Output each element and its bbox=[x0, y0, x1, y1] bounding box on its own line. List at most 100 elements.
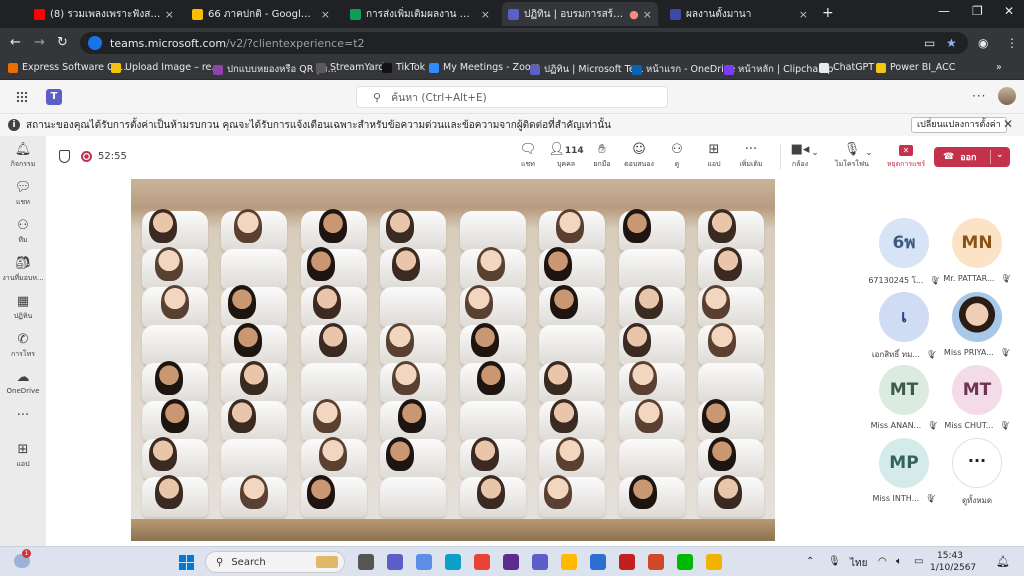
tab-title: ปฏิทิน | อบรมการสร้าง Google Site bbox=[524, 8, 625, 20]
mic-icon[interactable]: 🎙︎ bbox=[828, 556, 841, 567]
attendee-face bbox=[477, 247, 505, 281]
system-clock[interactable]: 15:43 1/10/2567 bbox=[930, 550, 976, 574]
taskbar-app-icon[interactable] bbox=[416, 554, 432, 570]
taskbar-app-icon[interactable] bbox=[387, 554, 403, 570]
browser-tab[interactable]: 66 ภาคปกติ - Google ไดรฟ์ × bbox=[186, 2, 336, 26]
reload-icon[interactable]: ↻ bbox=[57, 35, 68, 50]
address-bar[interactable]: teams.microsoft.com/v2/?clientexperience… bbox=[80, 32, 968, 54]
minimize-icon[interactable]: — bbox=[938, 4, 950, 18]
cast-icon[interactable]: ▭ bbox=[924, 36, 935, 50]
participant-tile[interactable]: Miss PRIYA... 🎙︎̸ bbox=[929, 292, 1024, 357]
participant-tile[interactable]: MN Mr. PATTAR... 🎙︎̸ bbox=[929, 218, 1024, 283]
language-indicator[interactable]: ไทย bbox=[850, 556, 867, 571]
forward-icon[interactable]: → bbox=[34, 35, 45, 50]
bookmark-item[interactable]: Express Software Gr... bbox=[8, 62, 126, 73]
chevron-down-icon[interactable]: ⌄ bbox=[862, 148, 876, 158]
taskbar-app-icon[interactable] bbox=[474, 554, 490, 570]
bookmark-item[interactable]: My Meetings - Zoom bbox=[429, 62, 540, 73]
taskbar-app-icon[interactable] bbox=[503, 554, 519, 570]
rail-item-teams[interactable]: ⚇ ทีม bbox=[0, 218, 46, 246]
site-info-icon[interactable] bbox=[88, 36, 102, 50]
bookmark-item[interactable]: หน้าแรก - OneDrive bbox=[632, 62, 735, 77]
bookmark-item[interactable]: Power BI_ACC bbox=[876, 62, 955, 73]
chevron-down-icon[interactable]: ⌄ bbox=[996, 150, 1004, 160]
battery-icon[interactable]: ▭ bbox=[914, 556, 923, 567]
raise-hand-button[interactable]: ✋︎ ยกมือ bbox=[582, 141, 622, 170]
bookmark-item[interactable]: Upload Image – re... bbox=[111, 62, 220, 73]
view-button[interactable]: ⚇ ดู bbox=[657, 141, 697, 170]
restore-icon[interactable]: ❐ bbox=[972, 4, 983, 18]
bookmark-item[interactable]: ปฏิทิน | Microsoft Te... bbox=[530, 62, 644, 77]
chevron-up-icon[interactable]: ⌃ bbox=[806, 556, 814, 567]
bookmark-star-icon[interactable]: ★ bbox=[946, 36, 957, 50]
close-tab-icon[interactable]: × bbox=[481, 8, 490, 21]
participant-gallery: 6พ 67130245 โ... 🎙︎̸ MN Mr. PATTAR... 🎙︎̸ … bbox=[778, 178, 1024, 546]
change-settings-button[interactable]: เปลี่ยนแปลงการตั้งค่า bbox=[911, 117, 1007, 133]
bookmark-item[interactable]: StreamYard bbox=[316, 62, 384, 73]
bookmark-item[interactable]: ChatGPT bbox=[819, 62, 874, 73]
volume-icon[interactable]: 🔈︎ bbox=[896, 556, 902, 567]
profile-icon[interactable]: ◉ bbox=[978, 36, 988, 50]
browser-tab[interactable]: (8) รวมเพลงเพราะฟังสบายๆในร้านกาแฟ × bbox=[28, 2, 180, 26]
taskbar-app-icon[interactable] bbox=[445, 554, 461, 570]
mic-muted-icon: 🎙︎̸ bbox=[1000, 274, 1011, 283]
rail-item-apps[interactable]: ⊞ แอป bbox=[0, 442, 46, 470]
taskbar-app-icon[interactable] bbox=[590, 554, 606, 570]
notification-bell-icon[interactable]: 🔔︎ bbox=[996, 555, 1010, 568]
rail-item-more[interactable]: ··· bbox=[0, 408, 46, 424]
start-button[interactable] bbox=[179, 555, 194, 570]
taskbar-app-icon[interactable] bbox=[561, 554, 577, 570]
back-icon[interactable]: ← bbox=[10, 35, 21, 50]
google-sheets-icon bbox=[350, 8, 361, 20]
close-icon[interactable]: ✕ bbox=[1003, 117, 1013, 131]
taskbar-app-icon[interactable] bbox=[619, 554, 635, 570]
rail-item-onedrive[interactable]: ☁ OneDrive bbox=[0, 370, 46, 395]
rail-item-calendar[interactable]: ▦ ปฏิทิน bbox=[0, 294, 46, 322]
taskbar-app-icon[interactable] bbox=[706, 554, 722, 570]
attendee-face bbox=[635, 399, 663, 433]
rail-item-chat[interactable]: 💬︎ แชท bbox=[0, 180, 46, 208]
leave-button[interactable]: ☎ ออก ⌄ bbox=[934, 147, 1010, 167]
rail-item-activity[interactable]: 🔔︎ กิจกรรม bbox=[0, 142, 46, 170]
attendee-face bbox=[623, 209, 651, 243]
taskbar-app-icon[interactable] bbox=[648, 554, 664, 570]
more-bookmarks-icon[interactable]: » bbox=[996, 62, 1002, 73]
taskbar-app-icon[interactable] bbox=[532, 554, 548, 570]
more-button[interactable]: ··· เพิ่มเติม bbox=[731, 141, 771, 170]
close-tab-icon[interactable]: × bbox=[643, 8, 652, 21]
taskbar-app-icon[interactable] bbox=[677, 554, 693, 570]
close-tab-icon[interactable]: × bbox=[321, 8, 330, 21]
view-all-button[interactable]: ··· ดูทั้งหมด bbox=[929, 438, 1024, 507]
react-button[interactable]: ☺ ตอบสนอง bbox=[619, 141, 659, 170]
apps-button[interactable]: ⊞ แอป bbox=[694, 141, 734, 170]
attendee-face bbox=[155, 475, 183, 509]
taskbar-search[interactable]: ⚲ Search bbox=[205, 551, 345, 573]
menu-icon[interactable]: ⋮ bbox=[1006, 36, 1018, 50]
search-input[interactable]: ⚲ ค้นหา (Ctrl+Alt+E) bbox=[356, 86, 668, 108]
close-window-icon[interactable]: ✕ bbox=[1004, 4, 1014, 18]
attendee-face bbox=[635, 285, 663, 319]
avatar[interactable] bbox=[998, 87, 1016, 105]
wifi-icon[interactable]: ◠ bbox=[878, 556, 887, 567]
participant-tile[interactable]: MT Miss CHUT... 🎙︎̸ bbox=[929, 365, 1024, 430]
new-tab-icon[interactable]: + bbox=[822, 5, 834, 21]
url-text: teams.microsoft.com/v2/?clientexperience… bbox=[110, 36, 365, 50]
chevron-down-icon[interactable]: ⌄ bbox=[808, 148, 822, 158]
browser-tab-active[interactable]: ปฏิทิน | อบรมการสร้าง Google Site ● × bbox=[502, 2, 658, 26]
close-tab-icon[interactable]: × bbox=[799, 8, 808, 21]
bookmark-item[interactable]: TikTok bbox=[382, 62, 425, 73]
bell-icon: 🔔︎ bbox=[14, 142, 32, 157]
bookmark-item[interactable]: หน้าหลัก | Clipchamp bbox=[724, 62, 833, 77]
more-options-icon[interactable]: ··· bbox=[972, 89, 986, 103]
app-launcher-icon[interactable] bbox=[16, 91, 28, 103]
stop-share-button[interactable]: ✕ หยุดการแชร์ bbox=[886, 141, 926, 170]
rail-item-calls[interactable]: ✆ การโทร bbox=[0, 332, 46, 360]
chat-button[interactable]: 🗨︎ แชท bbox=[508, 141, 548, 170]
taskbar-app-icon[interactable] bbox=[358, 554, 374, 570]
rail-item-assignments[interactable]: 🎒︎ งานที่มอบห... bbox=[0, 256, 46, 284]
browser-tab[interactable]: ผลงานตั้งมานา × bbox=[664, 2, 814, 26]
close-tab-icon[interactable]: × bbox=[165, 8, 174, 21]
people-button[interactable]: 👤︎114 บุคคล bbox=[546, 141, 586, 170]
attendee-face bbox=[319, 437, 347, 471]
browser-tab[interactable]: การส่งเพิ่มเติมผลงาน Google Sites × bbox=[344, 2, 496, 26]
